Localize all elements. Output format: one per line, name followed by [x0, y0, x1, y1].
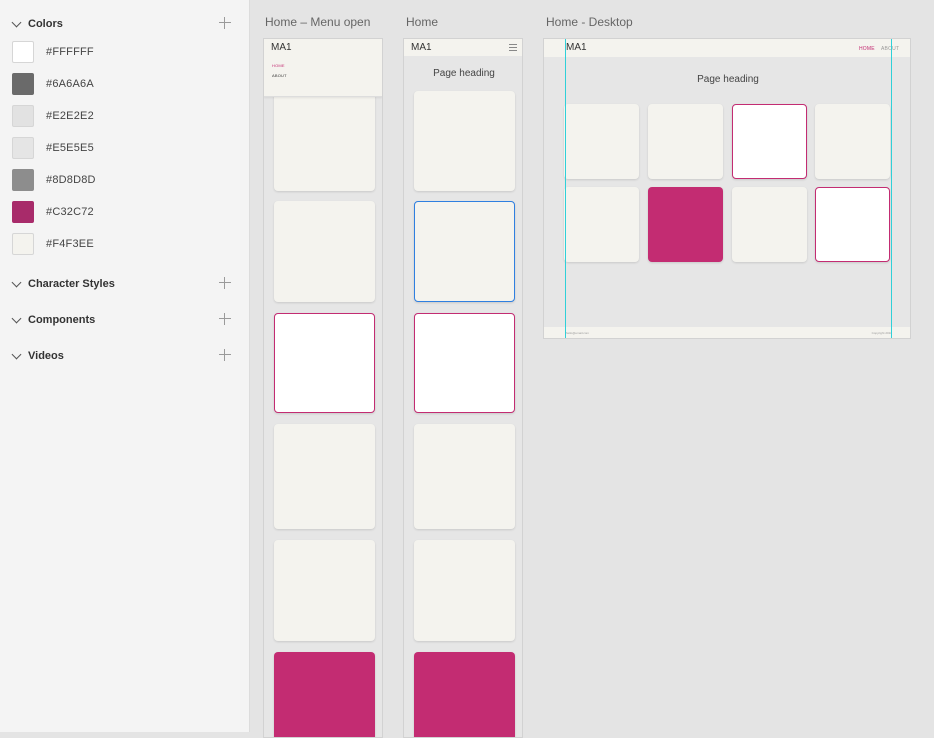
color-swatch — [12, 233, 34, 255]
card[interactable] — [564, 104, 639, 179]
character-styles-section-header[interactable]: Character Styles — [10, 275, 240, 293]
artboard-title-menu-open[interactable]: Home – Menu open — [265, 15, 370, 29]
colors-section-title: Colors — [28, 18, 63, 30]
chevron-down-icon — [11, 277, 22, 287]
mobile-header: MA1 — [404, 39, 522, 56]
artboard-title-home[interactable]: Home — [406, 15, 438, 29]
artboard-menu-open[interactable]: MA1 HOME ABOUT — [263, 38, 383, 738]
page-heading: Page heading — [697, 74, 759, 85]
hamburger-menu-icon[interactable] — [509, 44, 517, 51]
color-swatch-row[interactable]: #FFFFFF — [12, 40, 94, 64]
card-outlined[interactable] — [732, 104, 807, 179]
desktop-footer: hello@email.com Copyright 2018 — [544, 327, 910, 338]
add-character-style-icon[interactable] — [219, 277, 231, 289]
card[interactable] — [274, 91, 375, 191]
menu-link-about[interactable]: ABOUT — [272, 73, 287, 78]
card[interactable] — [414, 424, 515, 529]
components-title: Components — [28, 314, 96, 326]
card-outlined[interactable] — [414, 313, 515, 413]
color-swatch-label: #8D8D8D — [46, 174, 96, 186]
card-outlined[interactable] — [274, 313, 375, 413]
menu-dropdown: MA1 HOME ABOUT — [264, 39, 382, 97]
card-selected[interactable] — [414, 201, 515, 302]
card[interactable] — [648, 104, 723, 179]
card[interactable] — [274, 540, 375, 641]
color-swatch — [12, 169, 34, 191]
artboard-home[interactable]: MA1 Page heading — [403, 38, 523, 738]
color-swatch-row[interactable]: #E2E2E2 — [12, 104, 94, 128]
color-swatch-row[interactable]: #E5E5E5 — [12, 136, 94, 160]
color-swatch-row[interactable]: #6A6A6A — [12, 72, 94, 96]
artboard-title-desktop[interactable]: Home - Desktop — [546, 15, 633, 29]
card[interactable] — [274, 201, 375, 302]
videos-title: Videos — [28, 350, 64, 362]
color-swatch-row[interactable]: #C32C72 — [12, 200, 94, 224]
layout-guide-left[interactable] — [565, 39, 566, 338]
card[interactable] — [564, 187, 639, 262]
artboard-desktop[interactable]: MA1 HOME ABOUT Page heading hello@email.… — [543, 38, 911, 339]
chevron-down-icon — [11, 349, 22, 359]
color-swatch-label: #E5E5E5 — [46, 142, 94, 154]
color-swatch-label: #C32C72 — [46, 206, 94, 218]
layout-guide-right[interactable] — [891, 39, 892, 338]
card-outlined[interactable] — [815, 187, 890, 262]
color-swatch-label: #E2E2E2 — [46, 110, 94, 122]
footer-copyright: Copyright 2018 — [871, 331, 892, 335]
components-section-header[interactable]: Components — [10, 311, 240, 329]
add-video-icon[interactable] — [219, 349, 231, 361]
color-swatch-row[interactable]: #8D8D8D — [12, 168, 96, 192]
color-swatch — [12, 41, 34, 63]
character-styles-title: Character Styles — [28, 278, 115, 290]
card[interactable] — [274, 424, 375, 529]
chevron-down-icon — [11, 313, 22, 323]
nav-link-home[interactable]: HOME — [859, 46, 875, 52]
videos-section-header[interactable]: Videos — [10, 347, 240, 365]
add-color-icon[interactable] — [219, 17, 231, 29]
logo[interactable]: MA1 — [271, 42, 292, 53]
logo[interactable]: MA1 — [411, 42, 432, 53]
card[interactable] — [815, 104, 890, 179]
color-swatch-label: #F4F3EE — [46, 238, 94, 250]
card-accent[interactable] — [274, 652, 375, 737]
color-swatch-label: #6A6A6A — [46, 78, 94, 90]
logo[interactable]: MA1 — [566, 42, 587, 53]
footer-email: hello@email.com — [566, 331, 590, 335]
card-accent[interactable] — [414, 652, 515, 737]
color-swatch-row[interactable]: #F4F3EE — [12, 232, 94, 256]
menu-link-home[interactable]: HOME — [272, 63, 285, 68]
color-swatch — [12, 73, 34, 95]
desktop-header: MA1 HOME ABOUT — [544, 39, 910, 57]
card-accent[interactable] — [648, 187, 723, 262]
color-swatch-label: #FFFFFF — [46, 46, 94, 58]
color-swatch — [12, 137, 34, 159]
card[interactable] — [414, 540, 515, 641]
card[interactable] — [414, 91, 515, 191]
page-heading: Page heading — [433, 68, 495, 79]
color-swatch — [12, 201, 34, 223]
color-swatch — [12, 105, 34, 127]
chevron-down-icon — [11, 17, 22, 27]
colors-section-header[interactable]: Colors — [10, 15, 240, 33]
assets-panel: Colors #FFFFFF #6A6A6A #E2E2E2 #E5E5E5 #… — [0, 0, 250, 732]
add-component-icon[interactable] — [219, 313, 231, 325]
card[interactable] — [732, 187, 807, 262]
